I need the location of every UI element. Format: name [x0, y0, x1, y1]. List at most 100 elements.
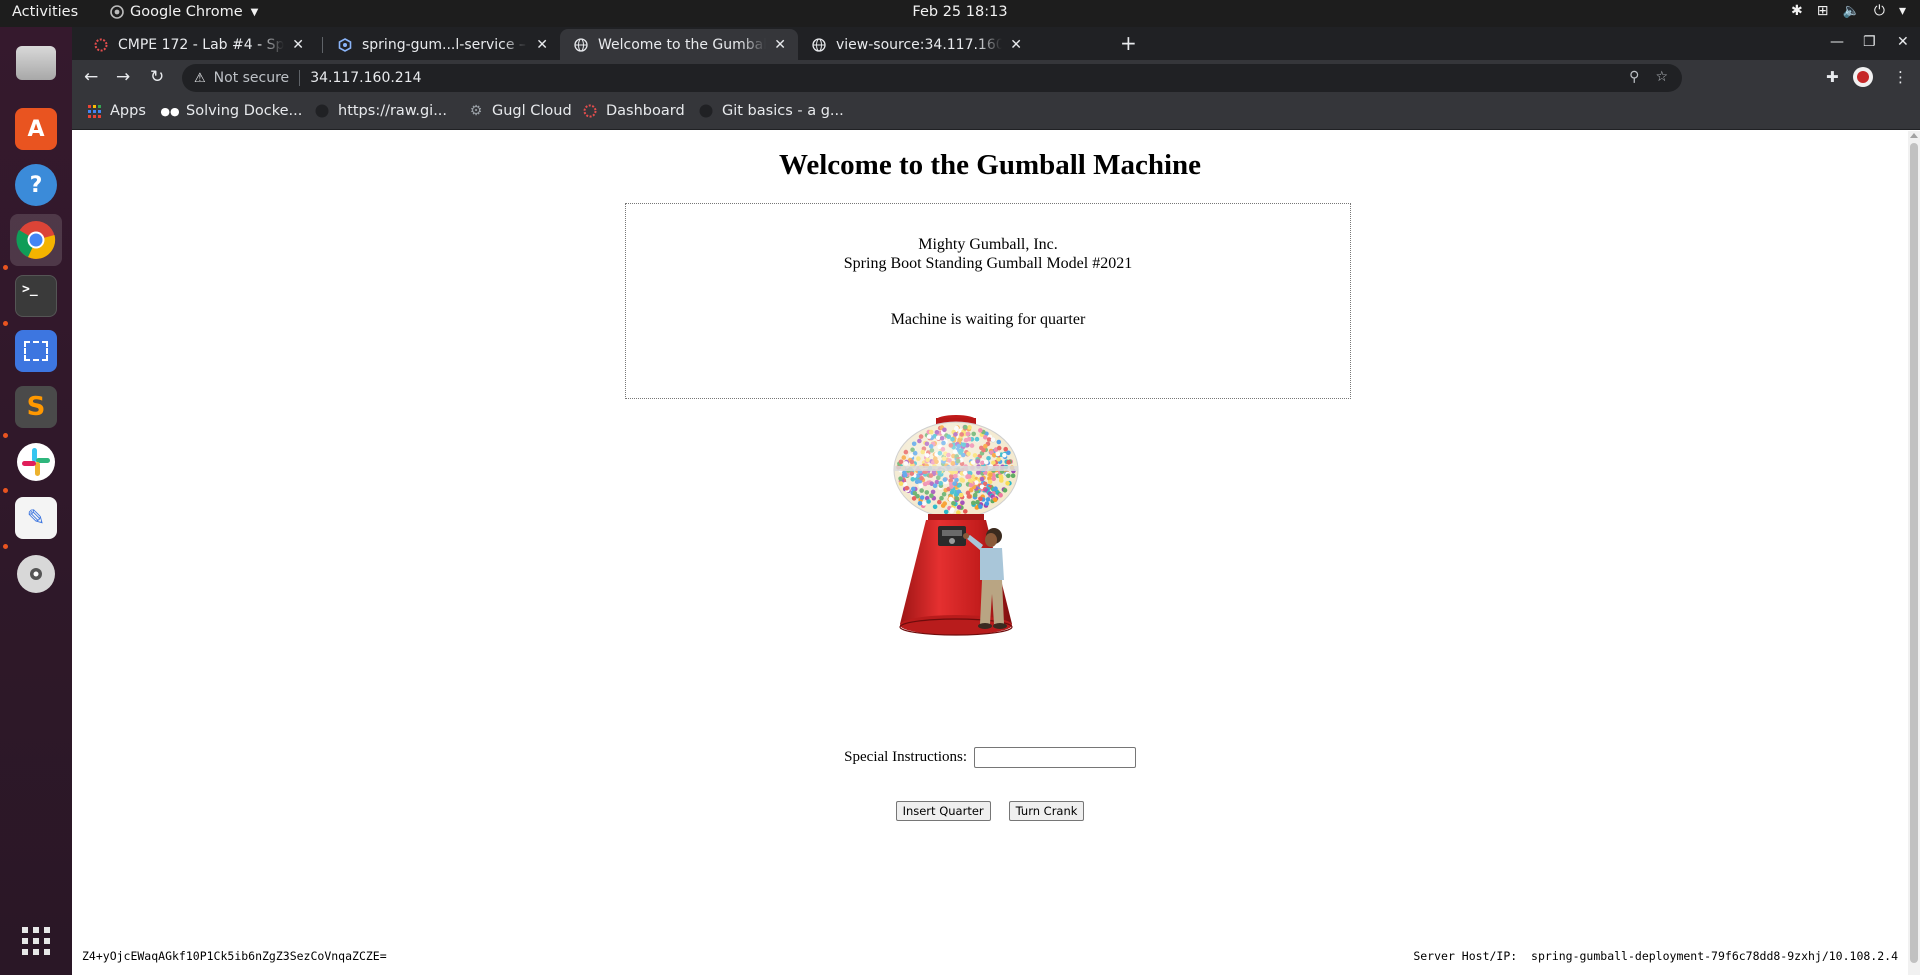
gumball-machine-image — [893, 415, 1019, 636]
clock[interactable]: Feb 25 18:13 — [912, 4, 1007, 20]
gnome-top-bar: Activities Google Chrome ▼ Feb 25 18:13 … — [0, 0, 1920, 27]
activities-button[interactable]: Activities — [12, 4, 78, 20]
page-scrollbar[interactable] — [1908, 131, 1920, 975]
insert-quarter-button[interactable]: Insert Quarter — [895, 801, 991, 821]
bookmark-star-icon[interactable]: ☆ — [1655, 69, 1668, 85]
server-label: Server Host/IP: — [1413, 949, 1518, 963]
scroll-up-arrow-icon[interactable] — [1910, 133, 1918, 138]
volume-icon[interactable]: 🔈 — [1842, 3, 1859, 19]
dock-screenshot[interactable] — [10, 325, 62, 377]
apps-grid-icon — [86, 103, 102, 119]
server-info: Server Host/IP: spring-gumball-deploymen… — [1413, 949, 1898, 963]
restore-icon[interactable]: ❐ — [1863, 34, 1876, 50]
zoom-icon[interactable]: ⚲ — [1629, 69, 1639, 85]
bookmark-solving-docker[interactable]: ●● Solving Docke... — [160, 103, 302, 119]
tab-title: view-source:34.117.160.2 — [836, 36, 1003, 53]
bookmark-apps[interactable]: Apps — [86, 103, 146, 119]
tab-welcome-gumball[interactable]: Welcome to the Gumball M ✕ — [560, 29, 798, 60]
running-indicator — [3, 488, 8, 493]
dock-sublime-text[interactable]: S — [10, 381, 62, 433]
omnibox-separator — [299, 70, 301, 86]
bookmark-label: Apps — [110, 103, 146, 119]
slack-tray-icon[interactable]: ✱ — [1791, 3, 1803, 19]
running-indicator — [3, 544, 8, 549]
bookmark-label: Dashboard — [606, 103, 685, 119]
screenshot-icon — [15, 330, 57, 372]
system-tray[interactable]: ✱ ⊞ 🔈 ⏻ ▾ — [1791, 3, 1906, 19]
kebab-menu-icon[interactable]: ⋮ — [1893, 68, 1908, 86]
new-tab-button[interactable]: + — [1120, 33, 1137, 53]
back-icon[interactable]: ← — [84, 67, 98, 87]
forward-icon[interactable]: → — [116, 67, 130, 87]
dock-google-chrome[interactable] — [10, 214, 62, 266]
medium-icon: ●● — [160, 104, 180, 118]
bookmark-dashboard[interactable]: Dashboard — [582, 103, 685, 119]
gear-icon: ⚙ — [469, 103, 483, 119]
dock-ubuntu-software[interactable]: A — [10, 103, 62, 155]
security-indicator[interactable]: Not secure — [214, 70, 290, 86]
machine-model: Spring Boot Standing Gumball Model #2021 — [843, 255, 1133, 272]
globe-icon — [574, 37, 588, 52]
sublime-text-icon: S — [15, 386, 57, 428]
server-host: spring-gumball-deployment-79f6c78dd8-9zx… — [1531, 949, 1898, 963]
running-indicator — [3, 265, 8, 270]
files-icon — [16, 46, 56, 80]
running-indicator — [3, 321, 8, 326]
tab-title: Welcome to the Gumball M — [598, 36, 767, 53]
bookmark-git-basics[interactable]: Git basics - a g... — [698, 103, 844, 119]
app-menu[interactable]: Google Chrome ▼ — [110, 4, 258, 20]
special-instructions-input[interactable] — [973, 747, 1136, 768]
chrome-icon — [16, 221, 56, 259]
message-box: Mighty Gumball, Inc. Spring Boot Standin… — [625, 203, 1351, 399]
tab-view-source[interactable]: view-source:34.117.160.2 ✕ — [798, 29, 1034, 60]
globe-icon — [812, 37, 826, 52]
extensions-icon[interactable]: ✚ — [1826, 68, 1839, 86]
spinner-icon — [582, 103, 598, 119]
warning-icon[interactable]: ⚠ — [194, 71, 206, 86]
dock-terminal[interactable]: >_ — [10, 270, 62, 322]
kubernetes-icon — [338, 37, 352, 52]
tab-strip: CMPE 172 - Lab #4 - Spring ✕ spring-gum.… — [72, 27, 1920, 60]
running-indicator — [3, 433, 8, 438]
tab-separator — [322, 37, 323, 53]
reload-icon[interactable]: ↻ — [150, 67, 164, 87]
text-editor-icon: ✎ — [15, 497, 57, 539]
dock-slack[interactable] — [10, 436, 62, 488]
chrome-icon — [110, 5, 124, 19]
help-icon: ? — [15, 164, 57, 206]
url-text[interactable]: 34.117.160.214 — [310, 70, 421, 86]
address-bar[interactable]: ⚠ Not secure 34.117.160.214 ⚲ ☆ — [182, 64, 1682, 92]
tab-lab4[interactable]: CMPE 172 - Lab #4 - Spring ✕ — [80, 29, 316, 60]
chevron-down-icon[interactable]: ▾ — [1899, 3, 1906, 19]
close-window-icon[interactable]: ✕ — [1897, 34, 1909, 50]
bookmark-gugl-cloud[interactable]: ⚙ Gugl Cloud — [468, 103, 572, 119]
bookmark-raw-github[interactable]: https://raw.gi... — [314, 103, 447, 119]
tab-spring-gumball-service[interactable]: spring-gum...l-service – S ✕ — [324, 29, 560, 60]
close-icon[interactable]: ✕ — [1010, 37, 1022, 53]
turn-crank-button[interactable]: Turn Crank — [1008, 801, 1085, 821]
scrollbar-thumb[interactable] — [1910, 143, 1918, 963]
close-icon[interactable]: ✕ — [292, 37, 304, 53]
special-instructions-label: Special Instructions: — [844, 748, 968, 765]
dock-files[interactable] — [10, 37, 62, 89]
profile-avatar[interactable] — [1852, 66, 1874, 92]
disc-icon — [17, 555, 55, 593]
close-icon[interactable]: ✕ — [774, 37, 786, 53]
dock-help[interactable]: ? — [10, 159, 62, 211]
company-name: Mighty Gumball, Inc. — [918, 236, 1058, 253]
bookmark-label: Gugl Cloud — [492, 103, 572, 119]
page-viewport: Welcome to the Gumball Machine Mighty Gu… — [72, 131, 1908, 975]
caret-down-icon: ▼ — [250, 6, 259, 18]
app-menu-label: Google Chrome — [130, 4, 243, 20]
avatar-icon — [1853, 67, 1873, 87]
github-icon — [314, 103, 330, 119]
special-instructions-row: Special Instructions: — [72, 747, 1908, 768]
close-icon[interactable]: ✕ — [536, 37, 548, 53]
power-icon[interactable]: ⏻ — [1874, 3, 1885, 19]
show-applications-button[interactable] — [10, 915, 62, 967]
minimize-icon[interactable]: — — [1830, 34, 1844, 50]
network-icon[interactable]: ⊞ — [1817, 3, 1829, 19]
dock-dvd-drive[interactable] — [10, 548, 62, 600]
browser-toolbar: ← → ↻ ⚠ Not secure 34.117.160.214 ⚲ ☆ ✚ … — [72, 60, 1920, 96]
dock-text-editor[interactable]: ✎ — [10, 492, 62, 544]
